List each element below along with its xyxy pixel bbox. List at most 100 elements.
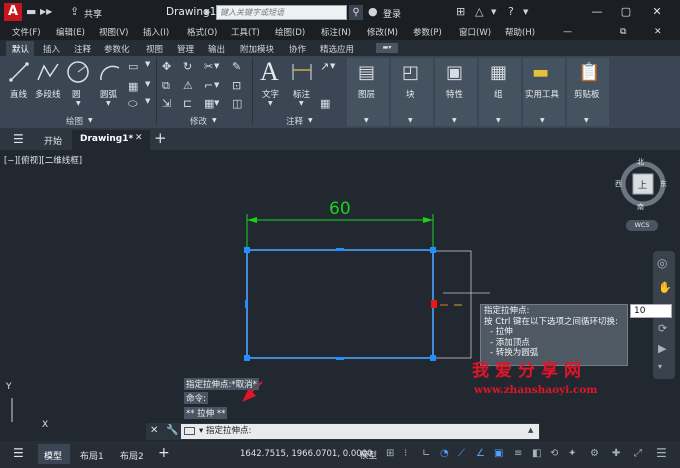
- group-button[interactable]: 组: [494, 88, 503, 100]
- open-file-icon[interactable]: ▶▶: [40, 5, 52, 19]
- search-icon[interactable]: ⚲: [349, 5, 363, 20]
- ribbon-toggle-button[interactable]: ▬▾: [376, 43, 398, 53]
- cart-icon[interactable]: ⊞: [456, 5, 465, 19]
- group-dropdown-icon[interactable]: ▼: [496, 117, 501, 124]
- lineweight-icon[interactable]: ≡: [514, 448, 522, 459]
- dimension-dropdown-icon[interactable]: ▼: [299, 100, 304, 107]
- layout-menu-icon[interactable]: ☰: [13, 446, 24, 460]
- tab-insert[interactable]: 插入: [43, 43, 60, 55]
- draw-panel-expand-icon[interactable]: ▼: [88, 117, 93, 124]
- arc-button[interactable]: 圆弧: [100, 88, 117, 100]
- arc-dropdown-icon[interactable]: ▼: [106, 100, 111, 107]
- layers-dropdown-icon[interactable]: ▼: [364, 117, 369, 124]
- tab-start[interactable]: 开始: [44, 134, 62, 147]
- tab-collaborate[interactable]: 协作: [289, 43, 306, 55]
- minimize-icon[interactable]: —: [588, 4, 606, 20]
- viewcube-east[interactable]: 东: [660, 179, 667, 189]
- trim-dropdown-icon[interactable]: ▼: [214, 62, 219, 70]
- hatch-dropdown-icon[interactable]: ▼: [145, 80, 150, 88]
- fillet-icon[interactable]: ⌐: [204, 79, 213, 92]
- menu-minimize-icon[interactable]: —: [563, 27, 572, 37]
- user-icon[interactable]: ●: [368, 5, 378, 19]
- selection-cycling-icon[interactable]: ⟲: [550, 448, 558, 459]
- utilities-button[interactable]: 实用工具: [525, 88, 559, 100]
- help-dropdown-icon[interactable]: ▼: [523, 5, 528, 19]
- login-button[interactable]: 登录: [383, 7, 401, 20]
- wcs-menu[interactable]: WCS: [626, 220, 658, 231]
- menu-file[interactable]: 文件(F): [12, 26, 41, 38]
- menu-window[interactable]: 窗口(W): [459, 26, 491, 38]
- tab-model[interactable]: 模型: [44, 449, 62, 462]
- add-layout-icon[interactable]: +: [158, 445, 170, 461]
- dimension-button[interactable]: 标注: [293, 88, 310, 100]
- command-recent-icon[interactable]: ▲: [528, 426, 533, 434]
- steering-wheel-icon[interactable]: ◎: [657, 256, 667, 270]
- snap-icon[interactable]: ⁝: [404, 448, 407, 459]
- menu-dimension[interactable]: 标注(N): [321, 26, 351, 38]
- circle-button[interactable]: 圆: [72, 88, 81, 100]
- tab-output[interactable]: 输出: [208, 43, 225, 55]
- menu-restore-icon[interactable]: ⧉: [620, 27, 626, 37]
- tab-addins[interactable]: 附加模块: [240, 43, 274, 55]
- more-draw-icon[interactable]: ▼: [145, 97, 150, 105]
- modify-panel-expand-icon[interactable]: ▼: [212, 117, 217, 124]
- workspace-icon[interactable]: ⚙: [590, 448, 599, 459]
- menu-close-icon[interactable]: ✕: [654, 27, 662, 37]
- clipboard-dropdown-icon[interactable]: ▼: [584, 117, 589, 124]
- fullscreen-icon[interactable]: ⤢: [634, 448, 642, 459]
- tab-drawing1[interactable]: Drawing1*: [80, 134, 133, 144]
- forward-icon[interactable]: ▸: [205, 5, 211, 19]
- menu-tools[interactable]: 工具(T): [231, 26, 260, 38]
- grid-icon[interactable]: ⊞: [386, 448, 394, 459]
- tab-parametric[interactable]: 参数化: [104, 43, 130, 55]
- tab-default[interactable]: 默认: [12, 43, 29, 55]
- table-icon[interactable]: ▦: [320, 97, 330, 110]
- new-file-icon[interactable]: ▬: [26, 5, 36, 19]
- navbar-menu-icon[interactable]: ▾: [658, 362, 662, 371]
- erase-icon[interactable]: ✎: [232, 60, 241, 73]
- hatch-icon[interactable]: ▦: [128, 80, 138, 93]
- array-icon[interactable]: ▦: [204, 97, 214, 110]
- menu-help[interactable]: 帮助(H): [505, 26, 535, 38]
- pan-icon[interactable]: ✋: [658, 281, 672, 294]
- block-dropdown-icon[interactable]: ▼: [408, 117, 413, 124]
- rotate-icon[interactable]: ↻: [183, 60, 192, 73]
- share-icon[interactable]: ⇪: [70, 5, 79, 19]
- menu-format[interactable]: 格式(O): [187, 26, 217, 38]
- tab-layout1[interactable]: 布局1: [80, 449, 104, 462]
- trim-icon[interactable]: ✂: [204, 60, 213, 73]
- close-tab-icon[interactable]: ✕: [135, 133, 143, 143]
- ortho-icon[interactable]: ∟: [422, 448, 430, 459]
- viewcube-north[interactable]: 北: [637, 157, 644, 167]
- rect-dropdown-icon[interactable]: ▼: [145, 60, 150, 68]
- object-snap-tracking-icon[interactable]: ∠: [476, 448, 485, 459]
- object-snap-icon[interactable]: ▣: [494, 448, 503, 459]
- leader-dropdown-icon[interactable]: ▼: [330, 62, 335, 70]
- search-input[interactable]: 键入关键字或短语: [216, 5, 347, 20]
- viewcube-west[interactable]: 西: [615, 179, 622, 189]
- orbit-icon[interactable]: ⟳: [658, 322, 667, 335]
- ellipse-icon[interactable]: ⬭: [128, 97, 137, 111]
- utilities-dropdown-icon[interactable]: ▼: [540, 117, 545, 124]
- stretch-icon[interactable]: ⇲: [162, 97, 171, 110]
- isodraft-icon[interactable]: ⟋: [458, 448, 465, 459]
- fillet-dropdown-icon[interactable]: ▼: [214, 81, 219, 89]
- line-button[interactable]: 直线: [10, 88, 27, 100]
- viewcube-top[interactable]: 上: [638, 178, 647, 191]
- text-dropdown-icon[interactable]: ▼: [268, 100, 273, 107]
- circle-icon[interactable]: [66, 60, 90, 84]
- move-icon[interactable]: ✥: [162, 60, 171, 73]
- polyline-icon[interactable]: [36, 60, 60, 84]
- command-customize-icon[interactable]: 🔧: [166, 425, 178, 436]
- menu-parametric[interactable]: 参数(P): [413, 26, 442, 38]
- drawing-canvas[interactable]: [0, 150, 680, 422]
- menu-modify[interactable]: 修改(M): [367, 26, 398, 38]
- copy-icon[interactable]: ⧉: [162, 79, 170, 93]
- model-space-button[interactable]: 模型: [360, 449, 377, 461]
- tab-view[interactable]: 视图: [146, 43, 163, 55]
- dynamic-input-field[interactable]: 10: [630, 304, 672, 318]
- close-icon[interactable]: ✕: [648, 4, 666, 20]
- tab-layout2[interactable]: 布局2: [120, 449, 144, 462]
- dimension-icon[interactable]: [290, 60, 314, 84]
- showmotion-icon[interactable]: ▶: [658, 342, 666, 355]
